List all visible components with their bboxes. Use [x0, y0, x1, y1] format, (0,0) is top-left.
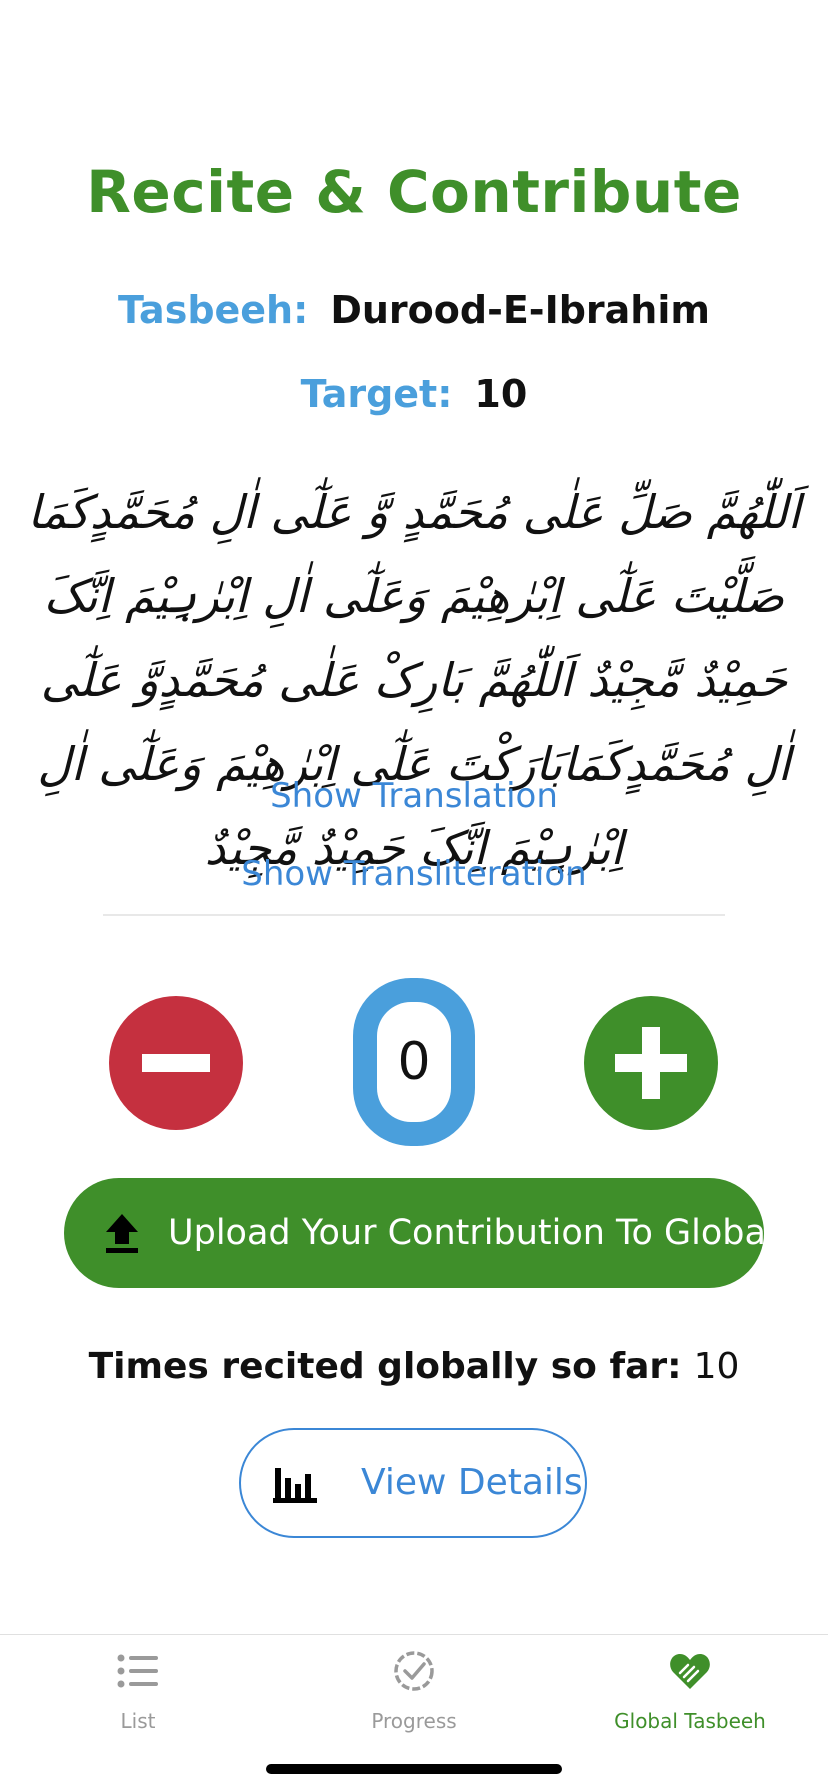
global-count-label: Times recited globally so far:: [88, 1346, 682, 1387]
upload-contribution-button[interactable]: Upload Your Contribution To Global: [64, 1178, 776, 1288]
plus-icon-vertical: [642, 1027, 660, 1099]
home-indicator: [266, 1764, 562, 1774]
show-transliteration-button[interactable]: Show Transliteration: [0, 854, 828, 894]
decrement-button[interactable]: [109, 996, 243, 1130]
view-details-button[interactable]: View Details: [239, 1428, 587, 1538]
tab-list-label: List: [120, 1709, 156, 1733]
counter-value: 0: [377, 1002, 451, 1122]
progress-check-icon: [394, 1651, 434, 1691]
global-count-value: 10: [693, 1346, 740, 1387]
divider: [103, 914, 725, 916]
arabic-recitation-text: اَللّٰھُمَّ صَلِّ عَلٰی مُحَمَّدٍ وَّ عَ…: [27, 485, 801, 875]
minus-icon: [142, 1054, 210, 1072]
tasbeeh-label: Tasbeeh:: [118, 288, 309, 332]
view-details-label: View Details: [361, 1462, 583, 1503]
show-translation-button[interactable]: Show Translation: [0, 776, 828, 816]
page-title: Recite & Contribute: [86, 158, 742, 226]
list-icon: [117, 1654, 158, 1688]
tab-progress-label: Progress: [371, 1709, 457, 1733]
upload-contribution-label: Upload Your Contribution To Global: [168, 1213, 776, 1253]
target-row: Target: 10: [0, 372, 828, 416]
recite-contribute-screen: Recite & Contribute Tasbeeh: Durood-E-Ibr…: [0, 0, 828, 1792]
global-recitation-count: Times recited globally so far: 10: [0, 1346, 828, 1387]
tasbeeh-row: Tasbeeh: Durood-E-Ibrahim: [0, 288, 828, 332]
bar-chart-icon: [273, 1468, 317, 1503]
target-label: Target:: [300, 372, 453, 416]
tab-global-tasbeeh-label: Global Tasbeeh: [614, 1709, 766, 1733]
target-value: 10: [474, 372, 528, 416]
increment-button[interactable]: [584, 996, 718, 1130]
tab-progress[interactable]: Progress: [276, 1635, 552, 1755]
tab-global-tasbeeh[interactable]: Global Tasbeeh: [552, 1635, 828, 1755]
tab-list[interactable]: List: [0, 1635, 276, 1755]
tasbeeh-name: Durood-E-Ibrahim: [330, 288, 710, 332]
global-heart-icon: [670, 1654, 710, 1689]
counter-display: 0: [353, 978, 475, 1146]
upload-icon: [106, 1214, 138, 1253]
